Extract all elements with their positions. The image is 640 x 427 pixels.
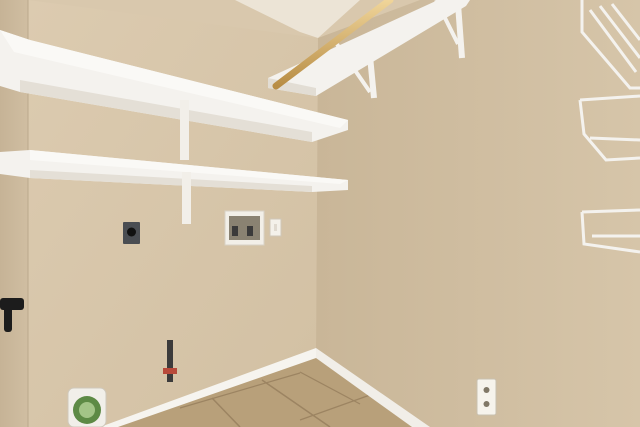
light-switch: [269, 218, 282, 237]
laundry-room-photo: [0, 0, 640, 427]
laundry-room-illustration: [0, 0, 640, 427]
washer-valve-box: [224, 210, 265, 246]
dryer-outlet: [123, 222, 140, 244]
wall-outlet: [476, 378, 497, 416]
floor-drain: [67, 387, 107, 427]
